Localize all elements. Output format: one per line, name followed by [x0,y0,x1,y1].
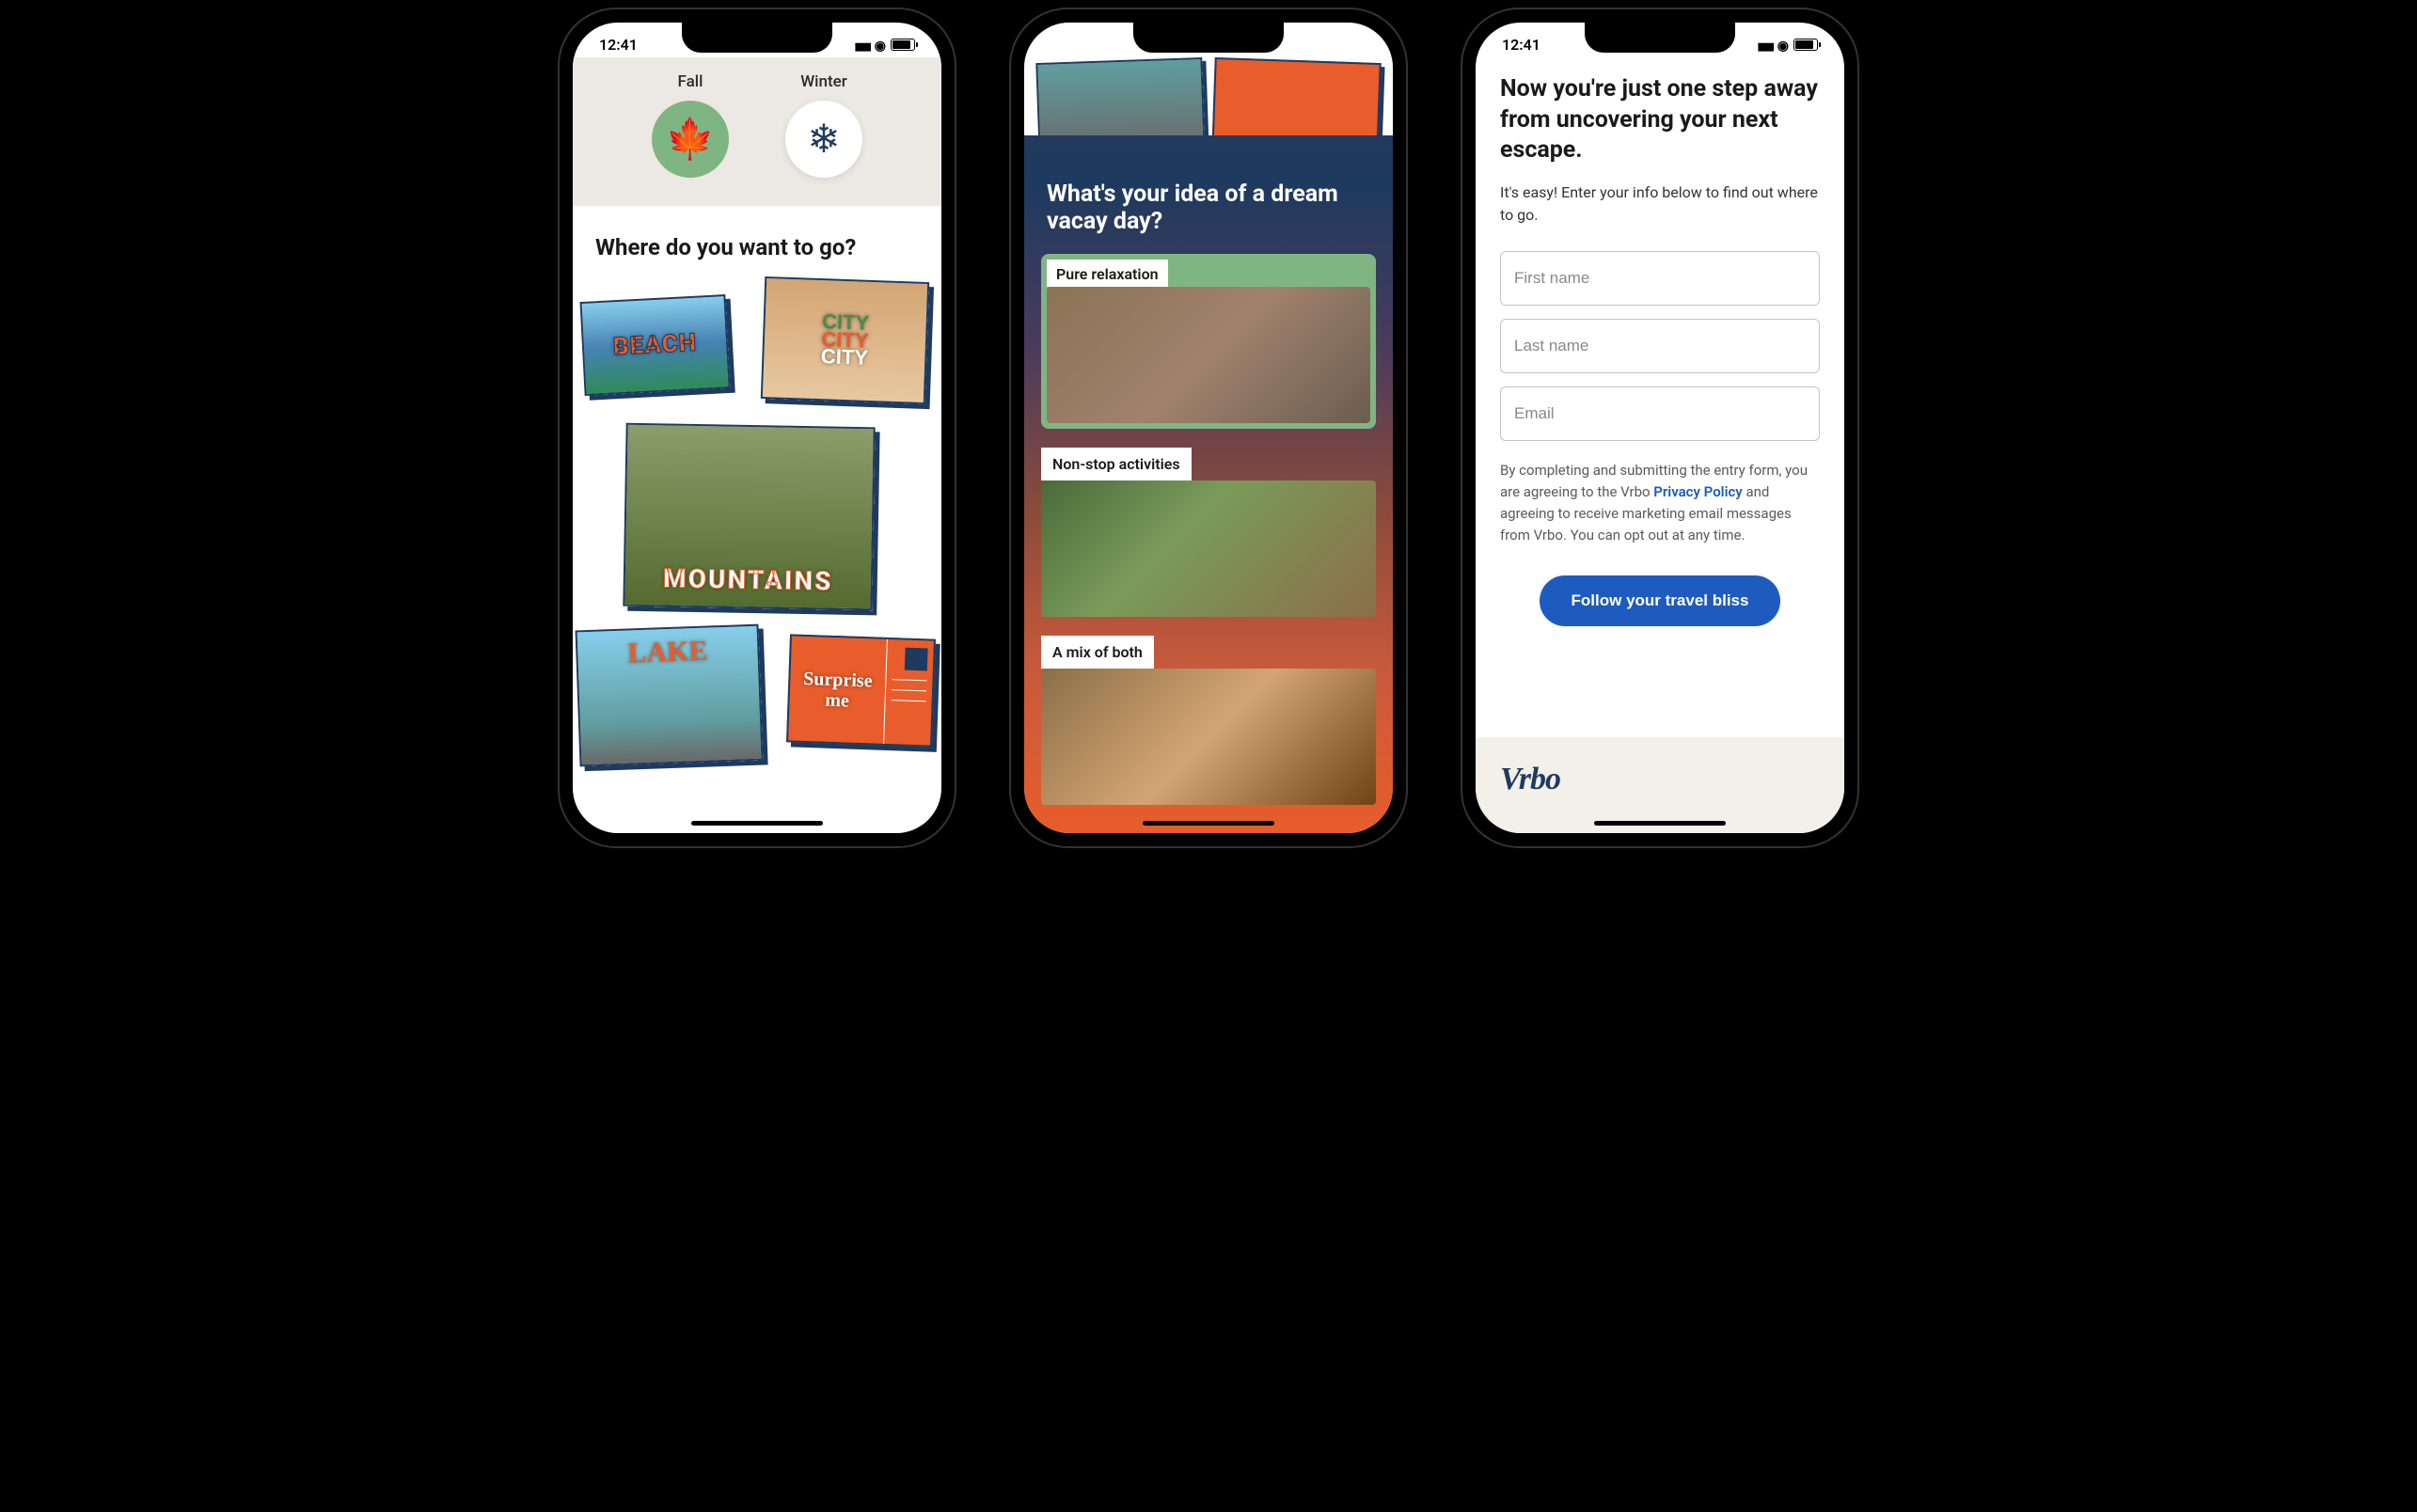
card-label: LAKE [627,628,708,670]
card-label: CITY CITY CITY [820,313,869,368]
option-image [1041,669,1376,805]
wifi-icon [875,36,886,54]
home-indicator[interactable] [1594,821,1726,826]
destination-card-mountains[interactable]: MOUNTAINS [623,423,875,611]
notch [682,23,832,53]
phone-mockup-2: 12:41 What's your idea of a dream vacay … [1011,9,1406,846]
option-label: A mix of both [1041,636,1154,669]
phone-mockup-3: 12:41 Now you're just one step away from… [1462,9,1857,846]
option-image [1041,480,1376,617]
screen-2: 12:41 What's your idea of a dream vacay … [1024,23,1393,833]
status-right [1758,36,1818,54]
season-option-winter[interactable]: Winter ❄ [785,72,862,178]
season-selector: Fall 🍁 Winter ❄ [573,57,941,206]
mini-card-lake[interactable] [1035,57,1205,135]
destination-card-city[interactable]: CITY CITY CITY [761,276,929,404]
battery-icon [1793,39,1818,51]
privacy-policy-link[interactable]: Privacy Policy [1653,483,1742,500]
option-label: Non-stop activities [1041,448,1192,480]
signal-icon [855,36,870,54]
form-subtext: It's easy! Enter your info below to find… [1500,181,1820,227]
phone-mockup-1: 12:41 Fall 🍁 Winter ❄ Where do you want … [560,9,955,846]
signal-icon [1306,36,1321,54]
status-time: 12:41 [1502,36,1540,54]
notch [1133,23,1284,53]
consent-text: By completing and submitting the entry f… [1500,460,1820,547]
card-label: BEACH [612,329,698,362]
signal-icon [1758,36,1773,54]
home-indicator[interactable] [691,821,823,826]
screen-1: 12:41 Fall 🍁 Winter ❄ Where do you want … [573,23,941,833]
battery-icon [1342,39,1366,51]
status-time: 12:41 [1051,36,1089,54]
status-time: 12:41 [599,36,638,54]
option-nonstop-activities[interactable]: Non-stop activities [1041,448,1376,617]
email-field[interactable] [1500,386,1820,441]
destination-card-lake[interactable]: LAKE [576,624,764,767]
stamp-icon [905,648,928,671]
snowflake-icon: ❄ [785,101,862,178]
card-label: Surprise me [788,636,887,743]
postcard-stamp-area [883,639,934,746]
mini-card-surprise[interactable] [1211,57,1381,135]
submit-button[interactable]: Follow your travel bliss [1540,575,1781,626]
wifi-icon [1777,36,1789,54]
footer: Vrbo [1476,737,1844,833]
wifi-icon [1326,36,1337,54]
first-name-field[interactable] [1500,251,1820,306]
dream-day-heading: What's your idea of a dream vacay day? [1024,164,1393,254]
status-right [1306,36,1366,54]
destination-card-beach[interactable]: BEACH [579,294,730,396]
status-right [855,36,915,54]
home-indicator[interactable] [1143,821,1274,826]
option-label: Pure relaxation [1047,260,1168,287]
screen-3: 12:41 Now you're just one step away from… [1476,23,1844,833]
last-name-field[interactable] [1500,319,1820,373]
season-label: Fall [652,72,729,91]
destination-heading: Where do you want to go? [573,206,941,279]
notch [1585,23,1735,53]
form-heading: Now you're just one step away from uncov… [1500,74,1820,166]
season-option-fall[interactable]: Fall 🍁 [652,72,729,178]
season-label: Winter [785,72,862,91]
option-mix-of-both[interactable]: A mix of both [1041,636,1376,805]
leaf-icon: 🍁 [652,101,729,178]
vrbo-logo: Vrbo [1500,762,1820,797]
option-image [1047,287,1370,423]
battery-icon [891,39,915,51]
destination-cards: BEACH CITY CITY CITY MOUNTAINS LAKE Surp… [573,279,941,806]
option-pure-relaxation[interactable]: Pure relaxation [1041,254,1376,429]
card-label: MOUNTAINS [663,562,833,607]
destination-card-surprise[interactable]: Surprise me [786,634,936,747]
